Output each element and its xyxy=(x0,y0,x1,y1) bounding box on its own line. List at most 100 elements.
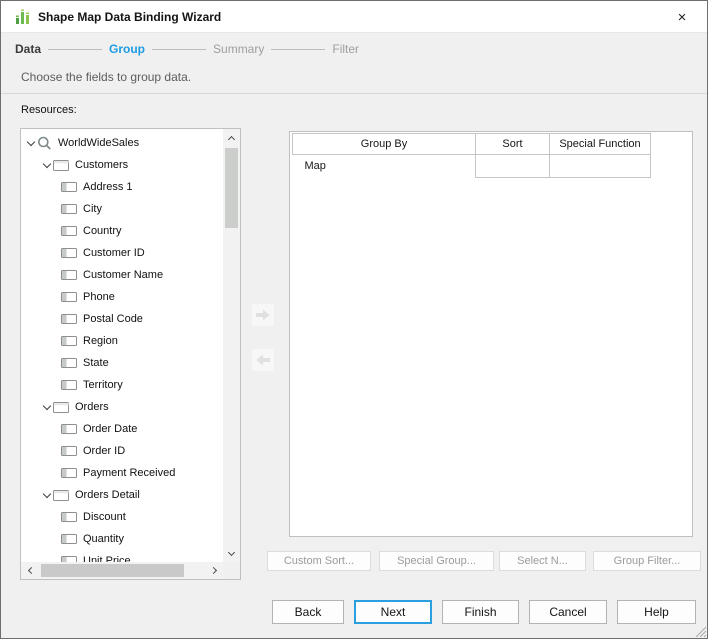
tree-item-label: Region xyxy=(83,335,118,347)
select-n-button[interactable]: Select N... xyxy=(499,551,586,571)
next-button[interactable]: Next xyxy=(354,600,432,624)
field-icon xyxy=(61,314,77,324)
chevron-right-icon xyxy=(210,567,217,574)
expander-chevron-icon[interactable] xyxy=(41,494,53,497)
custom-sort-button[interactable]: Custom Sort... xyxy=(267,551,371,571)
field-icon xyxy=(61,512,77,522)
chevron-up-icon xyxy=(228,135,235,142)
horizontal-scrollbar[interactable] xyxy=(21,562,223,579)
tree-item-customer-id[interactable]: Customer ID xyxy=(22,242,223,264)
tree-item-label: Discount xyxy=(83,511,126,523)
tree-item-territory[interactable]: Territory xyxy=(22,374,223,396)
table-header-row: Group BySortSpecial Function xyxy=(293,134,651,155)
wizard-steps: Data Group Summary Filter xyxy=(15,39,359,59)
tree-item-address-1[interactable]: Address 1 xyxy=(22,176,223,198)
resources-tree: WorldWideSales CustomersAddress 1 City Coun… xyxy=(22,130,223,562)
tree-item-quantity[interactable]: Quantity xyxy=(22,528,223,550)
chevron-left-icon xyxy=(27,567,34,574)
arrow-left-icon xyxy=(256,354,270,366)
sort-cell[interactable] xyxy=(476,155,550,178)
chevron-down-icon xyxy=(27,137,35,145)
vertical-scroll-thumb[interactable] xyxy=(225,148,238,228)
tree-item-state[interactable]: State xyxy=(22,352,223,374)
tree-item-label: WorldWideSales xyxy=(58,137,139,149)
query-datasource-icon xyxy=(37,136,52,151)
scroll-up-button[interactable] xyxy=(223,129,240,146)
tree-item-orders[interactable]: Orders xyxy=(22,396,223,418)
expander-chevron-icon[interactable] xyxy=(41,164,53,167)
special-group-button[interactable]: Special Group... xyxy=(379,551,494,571)
horizontal-scroll-thumb[interactable] xyxy=(41,564,184,577)
tree-item-orders-detail[interactable]: Orders Detail xyxy=(22,484,223,506)
tree-item-country[interactable]: Country xyxy=(22,220,223,242)
tree-item-label: Phone xyxy=(83,291,115,303)
tree-item-order-id[interactable]: Order ID xyxy=(22,440,223,462)
field-icon xyxy=(61,534,77,544)
vertical-scrollbar[interactable] xyxy=(223,129,240,562)
finish-button[interactable]: Finish xyxy=(442,600,519,624)
window-title: Shape Map Data Binding Wizard xyxy=(38,1,221,33)
special-function-cell[interactable] xyxy=(550,155,651,178)
resources-tree-panel: WorldWideSales CustomersAddress 1 City Coun… xyxy=(20,128,241,580)
tree-item-city[interactable]: City xyxy=(22,198,223,220)
step-data[interactable]: Data xyxy=(15,42,41,56)
chevron-down-icon xyxy=(43,489,51,497)
tree-item-label: Payment Received xyxy=(83,467,175,479)
tree-item-label: State xyxy=(83,357,109,369)
chevron-down-icon xyxy=(43,159,51,167)
tree-item-label: Customer Name xyxy=(83,269,163,281)
tree-item-postal-code[interactable]: Postal Code xyxy=(22,308,223,330)
field-icon xyxy=(61,226,77,236)
tree-item-payment-received[interactable]: Payment Received xyxy=(22,462,223,484)
help-button[interactable]: Help xyxy=(617,600,696,624)
chart-bars-icon xyxy=(15,9,31,25)
tree-item-label: City xyxy=(83,203,102,215)
add-field-button[interactable] xyxy=(252,304,274,326)
remove-field-button[interactable] xyxy=(252,349,274,371)
shape-map-data-binding-wizard-dialog: Shape Map Data Binding Wizard × Data Grou… xyxy=(0,0,708,639)
close-icon[interactable]: × xyxy=(671,7,693,29)
step-summary[interactable]: Summary xyxy=(213,42,264,56)
tree-item-label: Orders Detail xyxy=(75,489,140,501)
field-icon xyxy=(61,446,77,456)
tree-item-customer-name[interactable]: Customer Name xyxy=(22,264,223,286)
tree-item-label: Quantity xyxy=(83,533,124,545)
table-icon xyxy=(53,402,69,413)
scrollbar-corner xyxy=(223,562,240,579)
column-header-sort: Sort xyxy=(476,134,550,155)
group-row[interactable]: Map xyxy=(293,155,651,178)
scroll-right-button[interactable] xyxy=(206,562,223,579)
tree-item-unit-price[interactable]: Unit Price xyxy=(22,550,223,562)
tree-item-region[interactable]: Region xyxy=(22,330,223,352)
group-filter-button[interactable]: Group Filter... xyxy=(593,551,701,571)
tree-item-order-date[interactable]: Order Date xyxy=(22,418,223,440)
tree-item-label: Order Date xyxy=(83,423,137,435)
table-icon xyxy=(53,490,69,501)
cancel-button[interactable]: Cancel xyxy=(529,600,607,624)
tree-item-worldwidesales[interactable]: WorldWideSales xyxy=(22,132,223,154)
step-connector xyxy=(271,49,325,50)
tree-item-discount[interactable]: Discount xyxy=(22,506,223,528)
arrow-right-icon xyxy=(256,309,270,321)
wizard-subtitle: Choose the fields to group data. xyxy=(21,70,191,84)
back-button[interactable]: Back xyxy=(272,600,344,624)
step-filter[interactable]: Filter xyxy=(332,42,359,56)
resize-grip-icon[interactable] xyxy=(693,624,706,637)
column-header-group-by: Group By xyxy=(293,134,476,155)
expander-chevron-icon[interactable] xyxy=(41,406,53,409)
scroll-left-button[interactable] xyxy=(21,562,38,579)
tree-item-label: Territory xyxy=(83,379,123,391)
chevron-down-icon xyxy=(43,401,51,409)
field-icon xyxy=(61,336,77,346)
step-group[interactable]: Group xyxy=(109,42,145,56)
scroll-down-button[interactable] xyxy=(223,545,240,562)
tree-item-label: Postal Code xyxy=(83,313,143,325)
group-by-panel: Group BySortSpecial FunctionMap xyxy=(289,131,693,537)
tree-item-phone[interactable]: Phone xyxy=(22,286,223,308)
field-icon xyxy=(61,248,77,258)
expander-chevron-icon[interactable] xyxy=(25,142,37,145)
step-connector xyxy=(152,49,206,50)
chevron-down-icon xyxy=(228,549,235,556)
field-icon xyxy=(61,358,77,368)
tree-item-customers[interactable]: Customers xyxy=(22,154,223,176)
